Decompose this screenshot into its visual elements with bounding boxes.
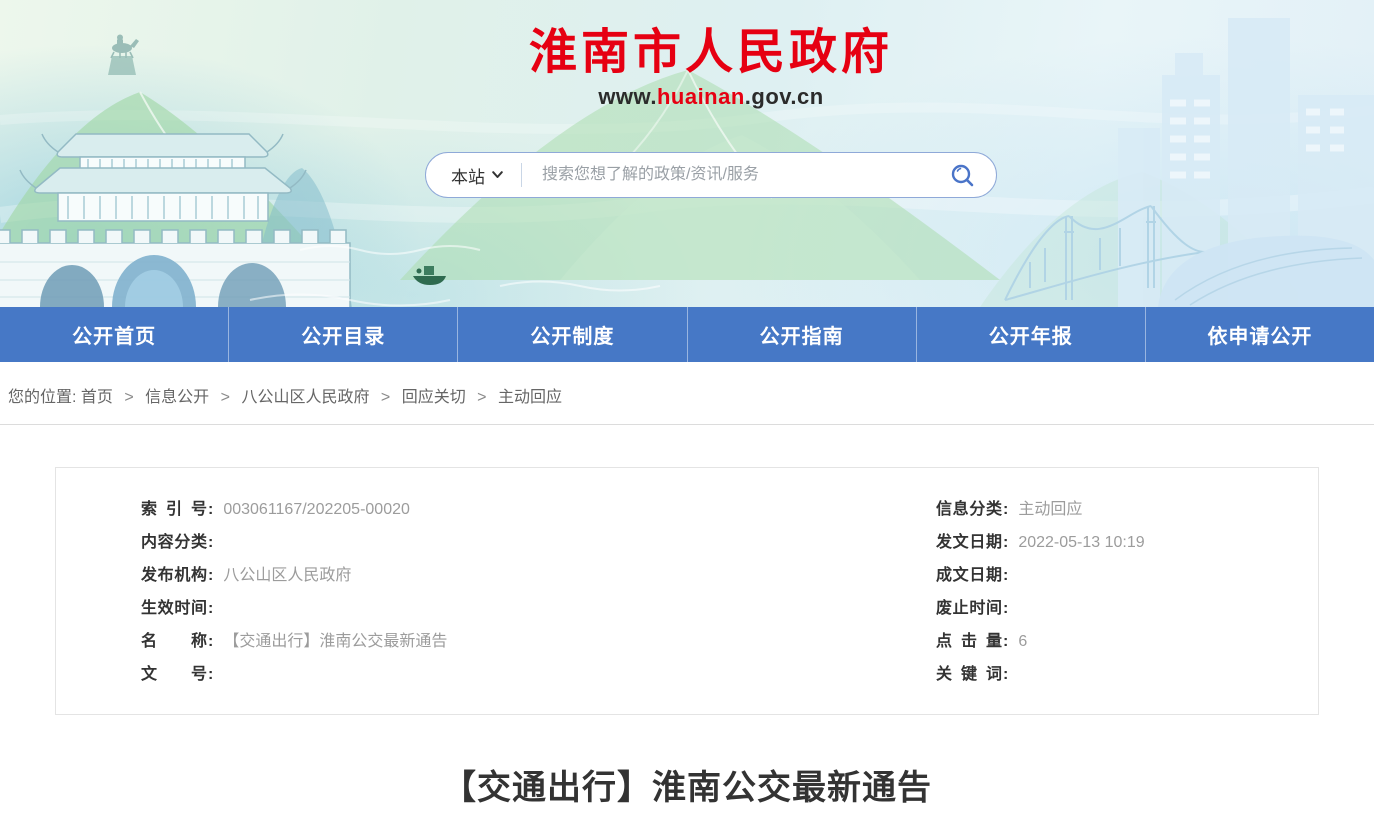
header-content: 淮南市人民政府 www.huainan.gov.cn 本站 — [0, 0, 1374, 198]
meta-row-click-count: 点击量:6 — [936, 625, 1318, 658]
meta-colon: : — [1003, 534, 1008, 551]
meta-label: 点击量 — [936, 625, 1002, 658]
meta-label: 发文日期 — [936, 526, 1002, 559]
breadcrumb-item-home[interactable]: 首页 — [81, 389, 113, 406]
search-input[interactable] — [540, 165, 947, 185]
meta-colon: : — [1003, 501, 1008, 518]
search-divider — [521, 163, 522, 187]
meta-colon: : — [208, 600, 213, 617]
meta-colon: : — [208, 567, 213, 584]
meta-column-left: 索引号:003061167/202205-00020 内容分类: 发布机构:八公… — [56, 493, 936, 691]
meta-row-publish-date: 发文日期:2022-05-13 10:19 — [936, 526, 1318, 559]
nav-item-disclosure-catalog[interactable]: 公开目录 — [228, 307, 457, 362]
meta-colon: : — [208, 501, 213, 518]
meta-label: 生效时间 — [141, 592, 207, 625]
meta-value: 6 — [1018, 633, 1027, 650]
meta-row-content-category: 内容分类: — [141, 526, 936, 559]
page: 淮南市人民政府 www.huainan.gov.cn 本站 — [0, 0, 1374, 809]
breadcrumb-separator: > — [124, 389, 133, 406]
article-title: 【交通出行】淮南公交最新通告 — [0, 760, 1374, 809]
meta-colon: : — [208, 534, 213, 551]
search-scope-dropdown[interactable]: 本站 — [451, 163, 503, 188]
search-bar: 本站 — [425, 152, 997, 198]
meta-colon: : — [1003, 666, 1008, 683]
breadcrumb: 您的位置: 首页 > 信息公开 > 八公山区人民政府 > 回应关切 > 主动回应 — [0, 362, 1374, 424]
meta-row-written-date: 成文日期: — [936, 559, 1318, 592]
meta-label: 索引号 — [141, 493, 207, 526]
breadcrumb-item-bagongshan-government[interactable]: 八公山区人民政府 — [241, 389, 369, 406]
meta-row-document-number: 文号: — [141, 658, 936, 691]
meta-colon: : — [208, 666, 213, 683]
breadcrumb-separator: > — [381, 389, 390, 406]
meta-colon: : — [208, 633, 213, 650]
breadcrumb-separator: > — [477, 389, 486, 406]
nav-item-annual-report[interactable]: 公开年报 — [916, 307, 1145, 362]
site-logo-title[interactable]: 淮南市人民政府 — [529, 12, 893, 82]
chevron-down-icon — [492, 171, 503, 179]
nav-item-disclosure-rules[interactable]: 公开制度 — [457, 307, 686, 362]
meta-row-abolition-time: 废止时间: — [936, 592, 1318, 625]
site-header-banner: 淮南市人民政府 www.huainan.gov.cn 本站 — [0, 0, 1374, 307]
meta-colon: : — [1003, 633, 1008, 650]
site-url: www.huainan.gov.cn — [48, 84, 1374, 110]
divider-line — [0, 424, 1374, 425]
meta-label: 发布机构 — [141, 559, 207, 592]
meta-label: 成文日期 — [936, 559, 1002, 592]
nav-item-disclosure-upon-request[interactable]: 依申请公开 — [1145, 307, 1374, 362]
meta-value: 【交通出行】淮南公交最新通告 — [223, 633, 447, 650]
site-url-www: www. — [598, 84, 657, 109]
meta-row-effective-time: 生效时间: — [141, 592, 936, 625]
nav-item-disclosure-guide[interactable]: 公开指南 — [687, 307, 916, 362]
meta-label: 名称 — [141, 625, 207, 658]
meta-row-info-category: 信息分类: 主动回应 — [936, 493, 1318, 526]
meta-value: 主动回应 — [1018, 501, 1082, 518]
breadcrumb-prefix: 您的位置: — [8, 389, 76, 406]
breadcrumb-item-response-concerns[interactable]: 回应关切 — [402, 389, 466, 406]
meta-value: 八公山区人民政府 — [223, 567, 351, 584]
meta-label: 废止时间 — [936, 592, 1002, 625]
meta-value: 003061167/202205-00020 — [223, 501, 410, 518]
meta-label: 信息分类 — [936, 493, 1002, 526]
document-meta-box: 索引号:003061167/202205-00020 内容分类: 发布机构:八公… — [55, 467, 1319, 715]
main-nav: 公开首页 公开目录 公开制度 公开指南 公开年报 依申请公开 — [0, 307, 1374, 362]
meta-row-issuing-agency: 发布机构: 八公山区人民政府 — [141, 559, 936, 592]
breadcrumb-item-active-response[interactable]: 主动回应 — [498, 389, 562, 406]
search-scope-label: 本站 — [451, 163, 485, 188]
search-button[interactable] — [947, 162, 978, 189]
meta-label: 文号 — [141, 658, 207, 691]
meta-colon: : — [1003, 600, 1008, 617]
meta-label: 关键词 — [936, 658, 1002, 691]
meta-colon: : — [1003, 567, 1008, 584]
nav-item-disclosure-home[interactable]: 公开首页 — [0, 307, 228, 362]
search-icon — [949, 162, 976, 189]
breadcrumb-item-info-disclosure[interactable]: 信息公开 — [145, 389, 209, 406]
site-url-suffix: .gov.cn — [745, 84, 824, 109]
meta-row-keywords: 关键词: — [936, 658, 1318, 691]
site-url-domain: huainan — [657, 84, 745, 109]
meta-value: 2022-05-13 10:19 — [1018, 534, 1144, 551]
breadcrumb-separator: > — [221, 389, 230, 406]
meta-column-right: 信息分类:主动回应 发文日期:2022-05-13 10:19 成文日期: 废止… — [936, 493, 1318, 691]
meta-label: 内容分类 — [141, 526, 207, 559]
meta-row-title: 名称: 【交通出行】淮南公交最新通告 — [141, 625, 936, 658]
meta-row-index-number: 索引号:003061167/202205-00020 — [141, 493, 936, 526]
